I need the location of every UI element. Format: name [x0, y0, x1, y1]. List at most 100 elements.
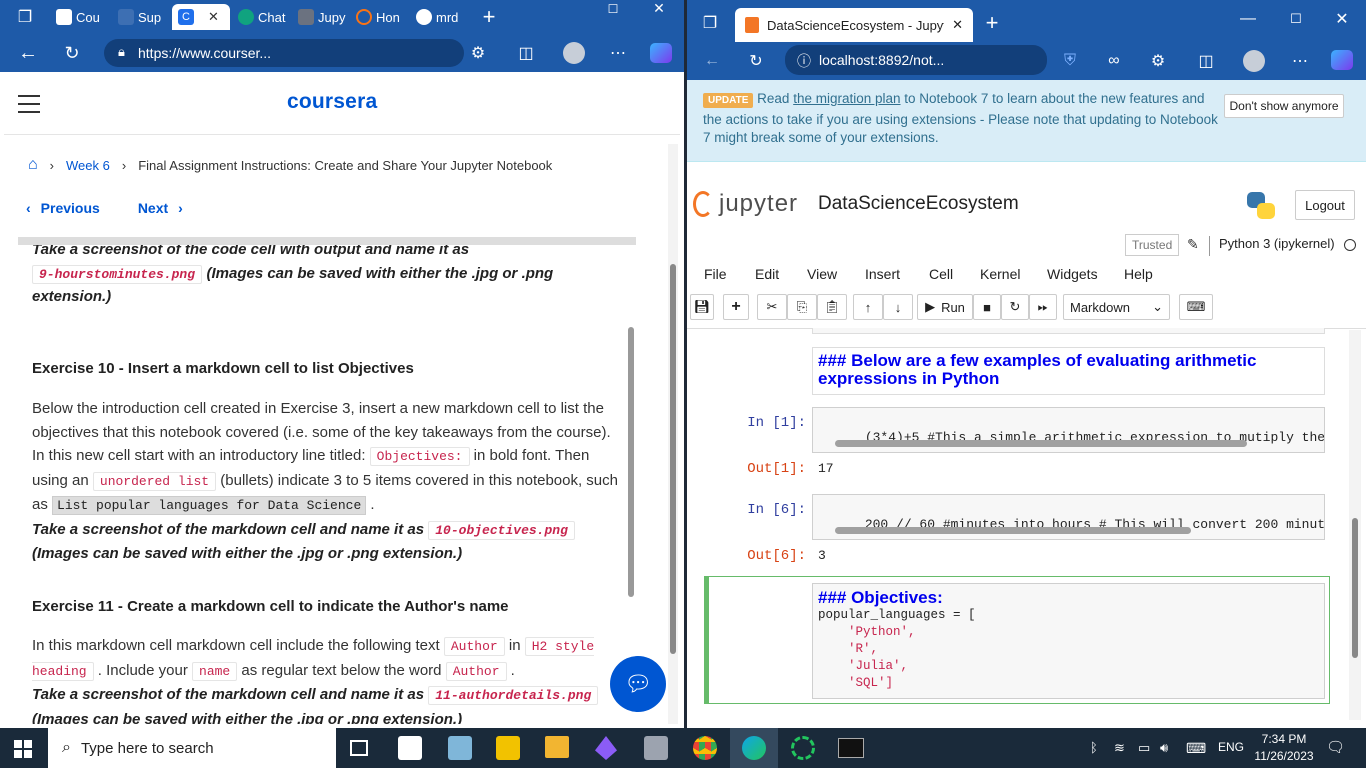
migration-plan-link[interactable]: the migration plan	[793, 91, 900, 106]
code-cell-6[interactable]: 200 // 60 #minutes into hours # This wil…	[812, 494, 1325, 540]
cell-type-select[interactable]: Markdown ⌄	[1063, 294, 1170, 320]
tab-github[interactable]: mrd	[416, 4, 468, 30]
stop-icon[interactable]: ■	[973, 294, 1001, 320]
extension-icon[interactable]: ∞	[1103, 50, 1125, 72]
horizontal-scrollbar[interactable]	[821, 525, 1317, 535]
keyboard-icon[interactable]: ⌨	[1186, 740, 1206, 757]
insert-cell-icon[interactable]: +	[723, 294, 749, 320]
page-scrollbar[interactable]	[668, 144, 678, 724]
app-icon[interactable]	[595, 736, 617, 760]
paste-icon[interactable]: 📋︎	[817, 294, 847, 320]
jupyter-logo[interactable]: jupyter	[693, 190, 798, 218]
chat-assistant-icon[interactable]: 💬︎	[610, 656, 666, 712]
tab-jupyter-active[interactable]: DataScienceEcosystem - Jupyter ✕	[735, 8, 973, 42]
bluetooth-icon[interactable]: ᛒ	[1090, 740, 1098, 755]
url-field[interactable]: ⓘ localhost:8892/not...	[785, 45, 1047, 75]
app-icon[interactable]	[448, 736, 472, 760]
minimize-icon[interactable]: —	[1237, 8, 1259, 30]
app-icon[interactable]	[644, 736, 668, 760]
tab-support[interactable]: Sup	[118, 4, 168, 30]
markdown-editor[interactable]: ### Objectives: popular_languages = [ 'P…	[812, 583, 1325, 699]
home-icon[interactable]: ⌂	[28, 156, 38, 174]
copilot-icon[interactable]	[1331, 50, 1353, 70]
back-icon[interactable]: ←	[701, 50, 723, 72]
refresh-icon[interactable]: ↻	[60, 42, 84, 64]
fast-forward-icon[interactable]: ⏩︎	[1029, 294, 1057, 320]
next-button[interactable]: Next	[138, 200, 168, 216]
extensions-icon[interactable]: ⚙	[466, 42, 490, 64]
content-scrollbar-thumb[interactable]	[628, 327, 634, 597]
task-view-icon[interactable]	[350, 740, 368, 756]
menu-file[interactable]: File	[704, 266, 727, 282]
notebook-scrollbar[interactable]	[1349, 330, 1361, 720]
logout-button[interactable]: Logout	[1295, 190, 1355, 220]
new-tab-icon[interactable]: +	[478, 4, 500, 30]
previous-button[interactable]: Previous	[41, 200, 100, 216]
refresh-icon[interactable]: ↻	[745, 50, 767, 72]
more-menu-icon[interactable]: ⋯	[1289, 50, 1311, 72]
chevron-left-icon[interactable]: ‹	[26, 200, 31, 216]
language-indicator[interactable]: ENG	[1218, 740, 1244, 754]
workspaces-icon[interactable]: ❐	[699, 12, 721, 34]
menu-cell[interactable]: Cell	[929, 266, 953, 282]
tab-home[interactable]: Hon	[356, 4, 408, 30]
split-screen-icon[interactable]: ◫	[1195, 50, 1217, 72]
search-box[interactable]: ⌕ Type here to search	[48, 728, 336, 768]
chevron-right-icon[interactable]: ›	[178, 200, 183, 216]
wifi-icon[interactable]: ≋	[1114, 740, 1125, 756]
profile-avatar[interactable]	[1243, 50, 1265, 72]
profile-avatar[interactable]	[563, 42, 585, 64]
shield-icon[interactable]: ⛨	[1059, 50, 1081, 72]
app-icon[interactable]	[398, 736, 422, 760]
tab-jupyter[interactable]: Jupy	[298, 4, 348, 30]
keyboard-icon[interactable]: ⌨	[1179, 294, 1213, 320]
app-icon[interactable]	[791, 736, 815, 760]
notebook-scrollbar-thumb[interactable]	[1352, 518, 1358, 658]
breadcrumb-week-link[interactable]: Week 6	[66, 158, 110, 173]
terminal-icon[interactable]	[838, 738, 864, 758]
hamburger-menu-icon[interactable]	[18, 94, 40, 113]
tab-coursera-active[interactable]: C ✕	[172, 4, 230, 30]
copy-icon[interactable]: ⎘	[787, 294, 817, 320]
horizontal-scrollbar[interactable]	[821, 438, 1317, 448]
workspaces-icon[interactable]: ❐	[14, 6, 36, 28]
markdown-heading-cell[interactable]: ### Below are a few examples of evaluati…	[812, 347, 1325, 395]
more-menu-icon[interactable]: ⋯	[606, 42, 630, 64]
close-window-icon[interactable]: ✕	[1331, 8, 1353, 30]
run-button[interactable]: ▶ Run	[917, 294, 973, 320]
menu-view[interactable]: View	[807, 266, 837, 282]
chrome-icon[interactable]	[693, 736, 717, 760]
split-screen-icon[interactable]: ◫	[514, 42, 538, 64]
clock[interactable]: 7:34 PM 11/26/2023	[1252, 731, 1316, 765]
menu-edit[interactable]: Edit	[755, 266, 779, 282]
copilot-icon[interactable]	[650, 43, 672, 63]
url-field[interactable]: 🔒︎ https://www.courser...	[104, 39, 464, 67]
move-down-icon[interactable]: ↓	[883, 294, 913, 320]
restore-icon[interactable]: ☐	[602, 2, 624, 16]
edit-pencil-icon[interactable]: ✎	[1187, 236, 1199, 253]
code-cell-1[interactable]: (3*4)+5 #This a simple arithmetic expres…	[812, 407, 1325, 453]
close-window-icon[interactable]: ✕	[648, 0, 670, 16]
restart-icon[interactable]: ↻	[1001, 294, 1029, 320]
edge-active-slot[interactable]	[730, 728, 778, 768]
dont-show-anymore-button[interactable]: Don't show anymore	[1224, 94, 1344, 118]
volume-icon[interactable]: 🔊︎	[1160, 740, 1168, 756]
tab-coursera-1[interactable]: Cou	[56, 4, 108, 30]
extensions-icon[interactable]: ⚙	[1147, 50, 1169, 72]
close-icon[interactable]: ✕	[208, 9, 219, 25]
file-explorer-icon[interactable]	[545, 736, 569, 758]
menu-help[interactable]: Help	[1124, 266, 1153, 282]
menu-insert[interactable]: Insert	[865, 266, 900, 282]
menu-kernel[interactable]: Kernel	[980, 266, 1020, 282]
notifications-icon[interactable]: 🗨︎	[1326, 738, 1345, 756]
trusted-indicator[interactable]: Trusted	[1125, 234, 1180, 256]
back-icon[interactable]: ←	[16, 42, 40, 64]
sticky-notes-icon[interactable]	[496, 736, 520, 760]
maximize-icon[interactable]: ☐	[1285, 8, 1307, 30]
start-button-icon[interactable]	[14, 740, 32, 758]
notebook-name[interactable]: DataScienceEcosystem	[818, 193, 1019, 215]
close-icon[interactable]: ✕	[952, 17, 963, 33]
cut-icon[interactable]: ✂	[757, 294, 787, 320]
move-up-icon[interactable]: ↑	[853, 294, 883, 320]
save-icon[interactable]: 💾︎	[690, 294, 714, 320]
